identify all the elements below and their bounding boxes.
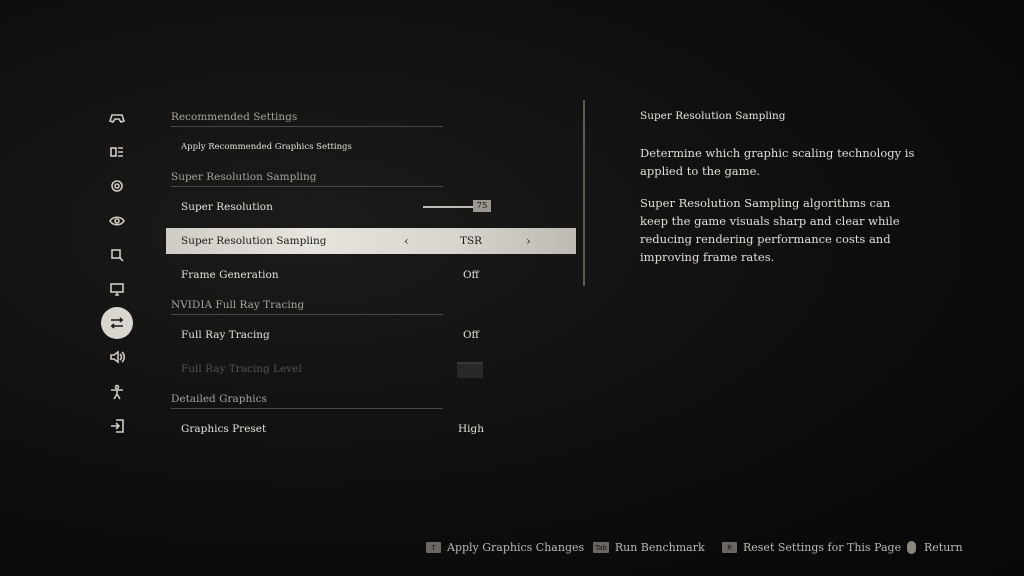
super-resolution-label: Super Resolution	[181, 201, 273, 213]
category-nav	[101, 102, 133, 444]
super-resolution-slider-fill	[423, 206, 474, 208]
run-benchmark-button[interactable]: Tab Run Benchmark	[593, 541, 705, 554]
run-benchmark-label: Run Benchmark	[614, 541, 705, 554]
return-button[interactable]: Return	[907, 541, 963, 554]
panel-divider	[583, 100, 585, 286]
section-nvidia-full-ray-tracing: NVIDIA Full Ray Tracing	[166, 292, 576, 318]
description-paragraph-2: Super Resolution Sampling algorithms can…	[640, 196, 900, 264]
description-paragraph-1: Determine which graphic scaling technolo…	[640, 146, 915, 178]
nav-eye-icon[interactable]	[101, 205, 133, 237]
magnifier-icon	[111, 248, 124, 262]
reset-settings-button[interactable]: R Reset Settings for This Page	[722, 541, 901, 554]
super-resolution-row[interactable]: Super Resolution 75	[166, 190, 576, 224]
full-ray-tracing-level-label: Full Ray Tracing Level	[181, 363, 302, 375]
key-r-icon: R	[722, 542, 737, 553]
accessibility-icon	[111, 384, 123, 399]
camera-icon	[111, 180, 123, 193]
graphics-preset-label: Graphics Preset	[181, 423, 267, 435]
super-resolution-sampling-row[interactable]: Super Resolution Sampling ‹ TSR ›	[166, 228, 576, 254]
gamepad-icon	[109, 114, 125, 123]
nav-monitor-icon[interactable]	[101, 273, 133, 305]
super-resolution-sampling-value: TSR	[459, 235, 483, 247]
exit-icon	[111, 418, 124, 433]
nav-gamepad-icon[interactable]	[101, 102, 133, 134]
full-ray-tracing-level-control	[457, 362, 483, 378]
graphics-preset-row[interactable]: Graphics Preset High	[166, 412, 576, 446]
graphics-preset-value: High	[458, 423, 484, 435]
full-ray-tracing-value: Off	[462, 329, 480, 341]
nav-exit-icon[interactable]	[101, 410, 133, 442]
display-mode-icon	[110, 147, 123, 157]
speaker-icon	[110, 350, 125, 364]
chevron-left-icon[interactable]: ‹	[404, 234, 409, 248]
reset-settings-label: Reset Settings for This Page	[743, 541, 902, 554]
super-resolution-value: 75	[473, 200, 491, 212]
return-label: Return	[924, 541, 963, 554]
footer-hints: T Apply Graphics Changes Tab Run Benchma…	[0, 541, 1024, 559]
frame-generation-row[interactable]: Frame Generation Off	[166, 258, 576, 292]
apply-graphics-changes-button[interactable]: T Apply Graphics Changes	[426, 541, 584, 554]
sliders-icon	[110, 317, 124, 329]
chevron-right-icon[interactable]: ›	[526, 234, 531, 248]
apply-recommended-label: Apply Recommended Graphics Settings	[181, 142, 352, 152]
section-recommended-settings: Recommended Settings	[166, 104, 576, 130]
eye-icon	[109, 216, 125, 226]
section-super-resolution-sampling: Super Resolution Sampling	[166, 164, 576, 190]
monitor-icon	[110, 283, 124, 296]
nav-magnifier-icon[interactable]	[101, 239, 133, 271]
settings-list: Recommended Settings Apply Recommended G…	[166, 104, 576, 446]
super-resolution-sampling-label: Super Resolution Sampling	[181, 235, 327, 247]
nav-accessibility-icon[interactable]	[101, 376, 133, 408]
nav-camera-icon[interactable]	[101, 170, 133, 202]
description-title: Super Resolution Sampling	[640, 110, 786, 122]
frame-generation-value: Off	[462, 269, 480, 281]
frame-generation-label: Frame Generation	[181, 269, 279, 281]
full-ray-tracing-level-row: Full Ray Tracing Level	[166, 352, 576, 386]
mouse-icon	[907, 541, 916, 554]
full-ray-tracing-label: Full Ray Tracing	[181, 329, 270, 341]
apply-recommended-button[interactable]: Apply Recommended Graphics Settings	[166, 130, 576, 164]
section-detailed-graphics: Detailed Graphics	[166, 386, 576, 412]
nav-speaker-icon[interactable]	[101, 341, 133, 373]
nav-sliders-icon[interactable]	[101, 307, 133, 340]
key-tab-icon: Tab	[593, 542, 609, 553]
key-t-icon: T	[426, 542, 441, 553]
full-ray-tracing-row[interactable]: Full Ray Tracing Off	[166, 318, 576, 352]
description-panel: Super Resolution Sampling Determine whic…	[640, 110, 920, 280]
nav-display-mode-icon[interactable]	[101, 136, 133, 168]
apply-graphics-changes-label: Apply Graphics Changes	[447, 541, 585, 554]
